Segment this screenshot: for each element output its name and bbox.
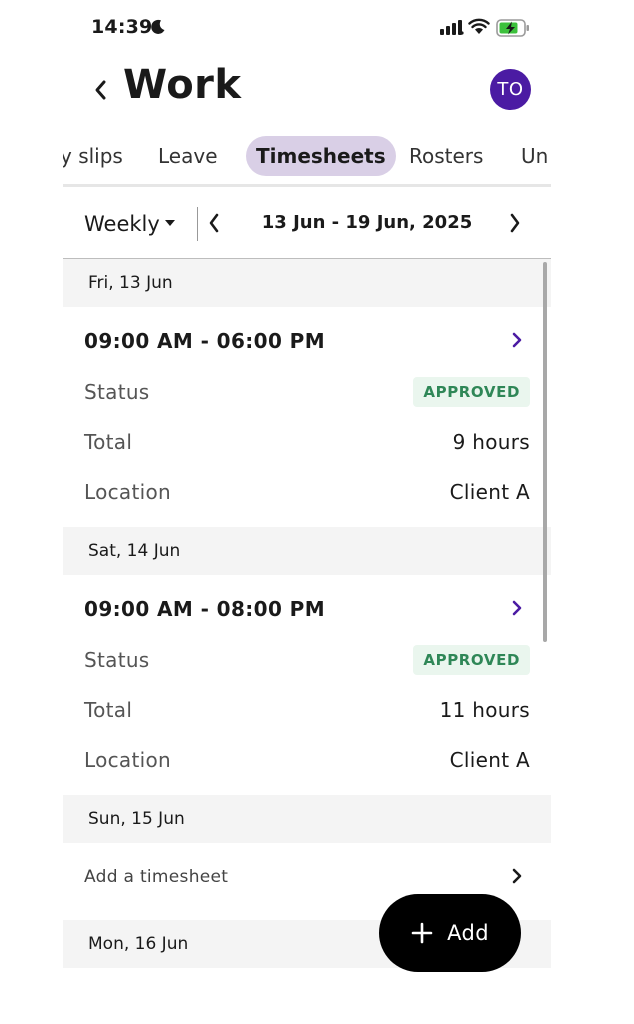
day-date: Sun, 15 Jun — [88, 809, 185, 829]
total-value: 9 hours — [452, 430, 530, 454]
day-header: Fri, 13 Jun — [63, 259, 551, 307]
tab-leave[interactable]: Leave — [148, 136, 228, 176]
previous-week-icon[interactable] — [206, 212, 222, 234]
chevron-right-icon[interactable] — [511, 332, 523, 348]
add-button[interactable]: Add — [379, 894, 521, 972]
status-label: Status — [84, 380, 150, 404]
day-date: Fri, 13 Jun — [88, 273, 173, 293]
total-label: Total — [84, 698, 133, 722]
moon-icon — [151, 19, 165, 34]
location-label: Location — [84, 480, 171, 504]
location-value: Client A — [449, 480, 530, 504]
add-timesheet-label[interactable]: Add a timesheet — [84, 867, 228, 887]
battery-charging-icon — [496, 19, 529, 37]
status-badge: APPROVED — [413, 377, 530, 407]
plus-icon — [411, 922, 433, 944]
avatar-initials: TO — [497, 79, 524, 100]
wifi-icon — [468, 18, 490, 34]
shift-time: 09:00 AM - 08:00 PM — [84, 597, 326, 621]
location-value: Client A — [449, 748, 530, 772]
shift-time: 09:00 AM - 06:00 PM — [84, 329, 326, 353]
status-label: Status — [84, 648, 150, 672]
status-bar: 14:39 — [63, 0, 551, 56]
tab-unavailability[interactable]: Un — [511, 136, 551, 176]
status-time: 14:39 — [91, 16, 153, 38]
caret-down-icon[interactable] — [164, 219, 176, 227]
status-badge: APPROVED — [413, 645, 530, 675]
day-date: Sat, 14 Jun — [88, 541, 181, 561]
day-header: Sun, 15 Jun — [63, 795, 551, 843]
chevron-right-icon[interactable] — [511, 868, 523, 884]
range-separator — [197, 207, 198, 241]
next-week-icon[interactable] — [507, 212, 523, 234]
page-title: Work — [123, 62, 242, 108]
total-value: 11 hours — [439, 698, 530, 722]
tab-rosters[interactable]: Rosters — [399, 136, 493, 176]
date-range-bar: Weekly 13 Jun - 19 Jun, 2025 — [63, 190, 551, 258]
app-frame: 14:39 Work TO y slips Leave Timesheets R… — [63, 0, 551, 1024]
period-selector[interactable]: Weekly — [84, 212, 160, 236]
avatar[interactable]: TO — [490, 69, 531, 110]
date-range-label: 13 Jun - 19 Jun, 2025 — [261, 212, 473, 233]
add-button-label: Add — [447, 921, 489, 945]
cellular-signal-icon — [440, 20, 464, 35]
tab-pay-slips[interactable]: y slips — [63, 136, 133, 176]
total-label: Total — [84, 430, 133, 454]
scrollbar[interactable] — [543, 262, 547, 642]
tab-bar-divider — [63, 184, 551, 187]
tab-bar: y slips Leave Timesheets Rosters Un — [63, 133, 551, 179]
tab-timesheets[interactable]: Timesheets — [246, 136, 396, 176]
back-chevron-icon[interactable] — [91, 78, 111, 102]
day-date: Mon, 16 Jun — [88, 934, 189, 954]
day-header: Sat, 14 Jun — [63, 527, 551, 575]
location-label: Location — [84, 748, 171, 772]
chevron-right-icon[interactable] — [511, 600, 523, 616]
